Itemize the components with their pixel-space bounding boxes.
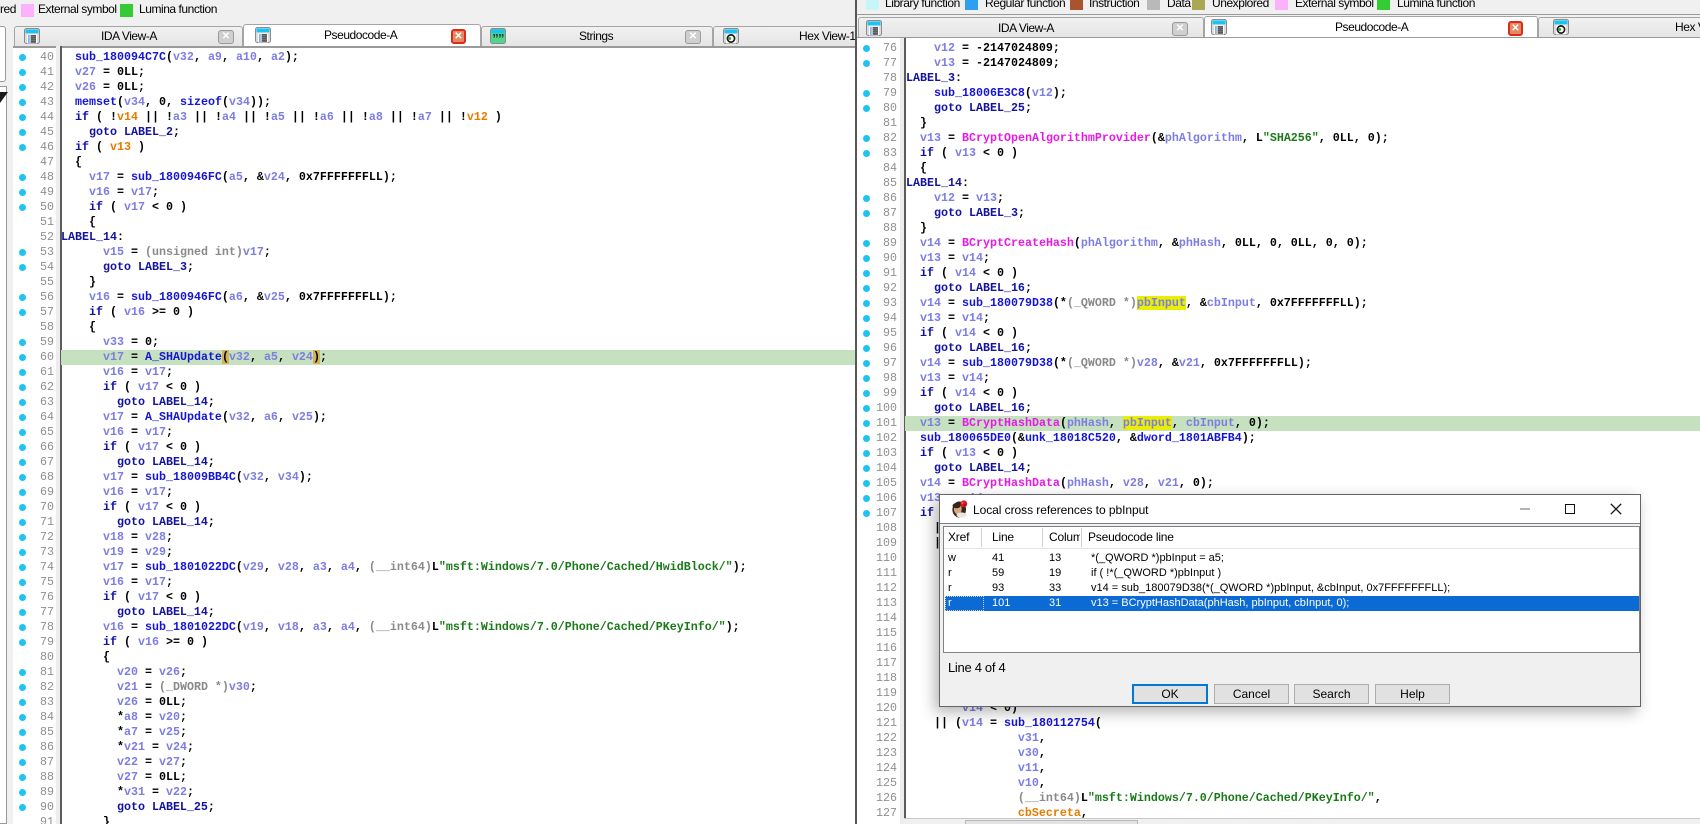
svg-text:”: ” [498, 31, 505, 44]
